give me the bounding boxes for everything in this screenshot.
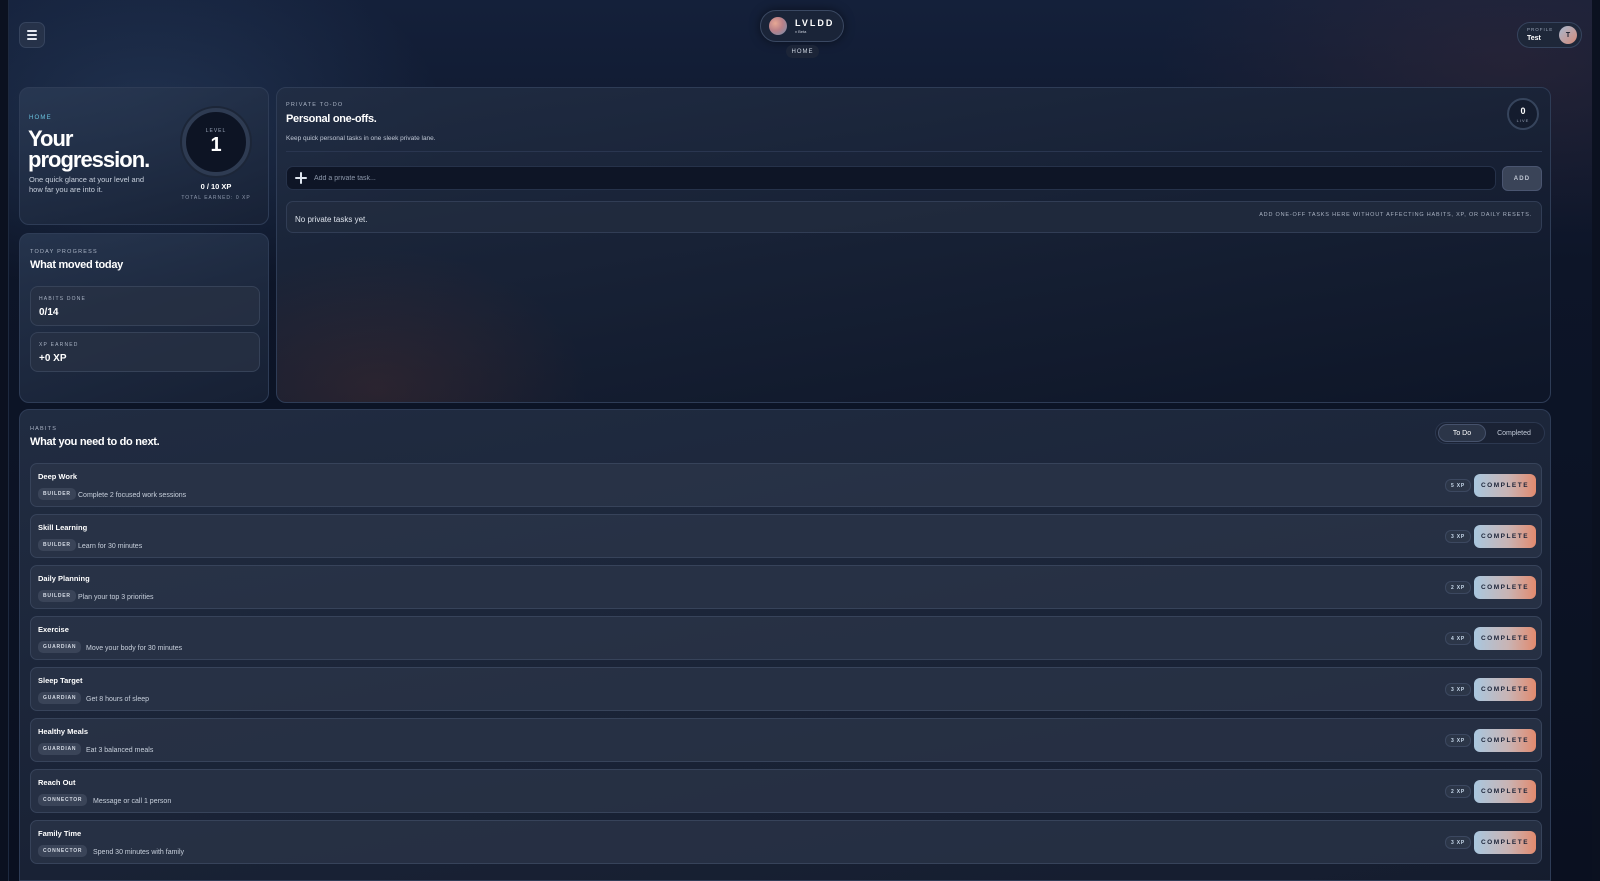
profile-label: PROFILE	[1527, 27, 1554, 33]
habit-name: Deep Work	[38, 472, 78, 481]
empty-text: No private tasks yet.	[295, 215, 368, 224]
xp-badge: 5 XP	[1445, 479, 1472, 492]
menu-icon[interactable]	[19, 22, 45, 48]
habit-desc: Move your body for 30 minutes	[86, 645, 183, 652]
add-task-button[interactable]: ADD	[1502, 166, 1542, 191]
todo-eyebrow: PRIVATE TO-DO	[286, 102, 344, 108]
profile-name: Test	[1527, 34, 1541, 42]
habit-tag: CONNECTOR	[38, 794, 88, 806]
habit-row: Reach Out CONNECTOR Message or call 1 pe…	[30, 769, 1542, 813]
habit-desc: Get 8 hours of sleep	[86, 696, 150, 703]
plus-icon	[295, 172, 307, 184]
today-title: What moved today	[30, 259, 123, 271]
total-earned: TOTAL EARNED: 0 XP	[181, 195, 251, 201]
habit-name: Reach Out	[38, 778, 76, 787]
app-shell: LVLDD v Beta HOME PROFILE Test T HOME Yo…	[8, 0, 1592, 881]
xp-badge: 3 XP	[1445, 734, 1472, 747]
app-name: LVLDD	[795, 17, 835, 28]
divider	[286, 151, 1542, 152]
xp-progress-text: 0 / 10 XP	[200, 182, 232, 191]
habit-name: Sleep Target	[38, 676, 83, 685]
habits-filter-toggle: To Do Completed	[1435, 422, 1545, 444]
profile-button[interactable]: PROFILE Test T	[1517, 22, 1582, 48]
habit-row: Family Time CONNECTOR Spend 30 minutes w…	[30, 820, 1542, 864]
complete-button[interactable]: COMPLETE	[1474, 627, 1536, 650]
habit-name: Daily Planning	[38, 574, 90, 583]
progression-eyebrow: HOME	[29, 115, 52, 121]
habit-tag: BUILDER	[38, 539, 76, 551]
nav-home-tab[interactable]: HOME	[786, 45, 819, 58]
complete-button[interactable]: COMPLETE	[1474, 576, 1536, 599]
live-count-badge: 0 LIVE	[1507, 98, 1539, 130]
habits-card: HABITS What you need to do next. To Do C…	[19, 409, 1551, 881]
habit-name: Family Time	[38, 829, 82, 838]
progression-title: Your progression.	[28, 126, 150, 172]
private-task-input[interactable]	[314, 174, 1464, 182]
private-todo-card: PRIVATE TO-DO Personal one-offs. Keep qu…	[276, 87, 1551, 403]
complete-button[interactable]: COMPLETE	[1474, 525, 1536, 548]
stat-value: 0/14	[39, 307, 59, 318]
progression-description: One quick glance at your level and how f…	[29, 175, 145, 194]
level-number: 1	[210, 134, 222, 156]
habits-done-stat: HABITS DONE 0/14	[30, 286, 260, 326]
habit-name: Skill Learning	[38, 523, 88, 532]
app-logo[interactable]: LVLDD v Beta	[760, 10, 844, 42]
progression-card: HOME Your progression. One quick glance …	[19, 87, 269, 225]
xp-badge: 3 XP	[1445, 683, 1472, 696]
xp-badge: 4 XP	[1445, 632, 1472, 645]
tab-to-do[interactable]: To Do	[1438, 424, 1486, 442]
logo-orb-icon	[769, 17, 787, 35]
todo-subtitle: Keep quick personal tasks in one sleek p…	[286, 135, 436, 142]
habit-row: Sleep Target GUARDIAN Get 8 hours of sle…	[30, 667, 1542, 711]
habit-row: Daily Planning BUILDER Plan your top 3 p…	[30, 565, 1542, 609]
habit-desc: Complete 2 focused work sessions	[78, 492, 187, 499]
complete-button[interactable]: COMPLETE	[1474, 729, 1536, 752]
habit-row: Skill Learning BUILDER Learn for 30 minu…	[30, 514, 1542, 558]
avatar: T	[1559, 26, 1577, 44]
habit-tag: CONNECTOR	[38, 845, 88, 857]
habit-tag: GUARDIAN	[38, 743, 82, 755]
xp-badge: 2 XP	[1445, 785, 1472, 798]
xp-badge: 3 XP	[1445, 836, 1472, 849]
level-ring: LEVEL 1	[182, 108, 250, 176]
habit-tag: BUILDER	[38, 488, 76, 500]
complete-button[interactable]: COMPLETE	[1474, 474, 1536, 497]
habit-row: Exercise GUARDIAN Move your body for 30 …	[30, 616, 1542, 660]
habit-desc: Spend 30 minutes with family	[93, 849, 185, 856]
habit-desc: Learn for 30 minutes	[78, 543, 143, 550]
habit-desc: Message or call 1 person	[93, 798, 172, 805]
stat-label: HABITS DONE	[39, 296, 87, 302]
habit-desc: Plan your top 3 priorities	[78, 594, 154, 601]
xp-badge: 3 XP	[1445, 530, 1472, 543]
habit-desc: Eat 3 balanced meals	[86, 747, 154, 754]
habit-tag: GUARDIAN	[38, 641, 82, 653]
habit-name: Healthy Meals	[38, 727, 89, 736]
app-tagline: v Beta	[795, 28, 807, 34]
today-progress-card: TODAY PROGRESS What moved today HABITS D…	[19, 233, 269, 403]
habit-tag: BUILDER	[38, 590, 76, 602]
xp-badge: 2 XP	[1445, 581, 1472, 594]
complete-button[interactable]: COMPLETE	[1474, 678, 1536, 701]
empty-state: No private tasks yet. ADD ONE-OFF TASKS …	[286, 201, 1542, 233]
habit-row: Deep Work BUILDER Complete 2 focused wor…	[30, 463, 1542, 507]
habit-tag: GUARDIAN	[38, 692, 82, 704]
habits-title: What you need to do next.	[30, 436, 160, 448]
habits-eyebrow: HABITS	[30, 426, 58, 432]
xp-earned-stat: XP EARNED +0 XP	[30, 332, 260, 372]
private-task-field[interactable]	[286, 166, 1496, 190]
complete-button[interactable]: COMPLETE	[1474, 831, 1536, 854]
todo-title: Personal one-offs.	[286, 113, 377, 125]
live-count: 0	[1520, 105, 1526, 116]
habit-row: Healthy Meals GUARDIAN Eat 3 balanced me…	[30, 718, 1542, 762]
stat-label: XP EARNED	[39, 342, 79, 348]
complete-button[interactable]: COMPLETE	[1474, 780, 1536, 803]
tab-completed[interactable]: Completed	[1486, 424, 1542, 442]
today-eyebrow: TODAY PROGRESS	[30, 249, 98, 255]
stat-value: +0 XP	[39, 353, 67, 364]
habit-name: Exercise	[38, 625, 69, 634]
empty-hint: ADD ONE-OFF TASKS HERE WITHOUT AFFECTING…	[1259, 212, 1532, 218]
live-label: LIVE	[1516, 117, 1530, 123]
